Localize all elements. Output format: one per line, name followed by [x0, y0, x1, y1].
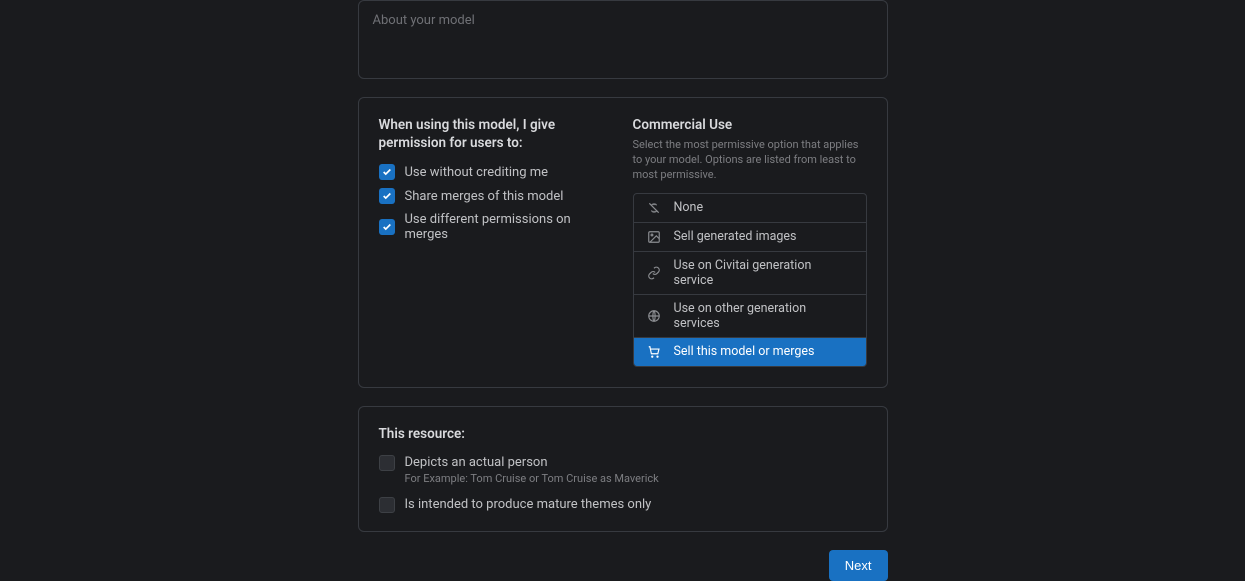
- permissions-card: When using this model, I give permission…: [358, 97, 888, 388]
- resource-option-hint: For Example: Tom Cruise or Tom Cruise as…: [405, 472, 659, 485]
- permission-share-merges[interactable]: Share merges of this model: [379, 188, 613, 204]
- commercial-option-civitai[interactable]: Use on Civitai generation service: [634, 252, 866, 295]
- commercial-option-label: Use on other generation services: [674, 301, 854, 331]
- about-card[interactable]: About your model: [358, 0, 888, 79]
- resource-mature-themes[interactable]: Is intended to produce mature themes onl…: [379, 497, 867, 513]
- permissions-left: When using this model, I give permission…: [379, 116, 613, 367]
- footer: Next: [358, 550, 888, 581]
- commercial-option-label: Use on Civitai generation service: [674, 258, 854, 288]
- permission-label: Share merges of this model: [405, 189, 564, 204]
- permission-label: Use without crediting me: [405, 165, 549, 180]
- checkbox-icon: [379, 455, 395, 471]
- commercial-subtitle: Select the most permissive option that a…: [633, 138, 867, 183]
- image-icon: [646, 229, 662, 245]
- commercial-option-sell-images[interactable]: Sell generated images: [634, 223, 866, 252]
- commercial-option-sell-model[interactable]: Sell this model or merges: [634, 338, 866, 366]
- link-icon: [646, 265, 662, 281]
- resource-title: This resource:: [379, 425, 867, 443]
- about-placeholder: About your model: [373, 13, 873, 28]
- check-icon: [379, 164, 395, 180]
- globe-icon: [646, 308, 662, 324]
- resource-depicts-person[interactable]: Depicts an actual person For Example: To…: [379, 455, 867, 485]
- commercial-option-label: None: [674, 200, 704, 215]
- permission-different-merges[interactable]: Use different permissions on merges: [379, 212, 613, 242]
- commercial-option-label: Sell generated images: [674, 229, 797, 244]
- permission-label: Use different permissions on merges: [405, 212, 613, 242]
- commercial-option-label: Sell this model or merges: [674, 344, 815, 359]
- checkbox-icon: [379, 497, 395, 513]
- commercial-option-none[interactable]: None: [634, 194, 866, 223]
- commercial-option-list: None Sell generated images Use on Civita…: [633, 193, 867, 367]
- resource-option-label: Depicts an actual person: [405, 455, 659, 470]
- resource-card: This resource: Depicts an actual person …: [358, 406, 888, 532]
- check-icon: [379, 219, 395, 235]
- dollar-off-icon: [646, 200, 662, 216]
- check-icon: [379, 188, 395, 204]
- commercial-title: Commercial Use: [633, 116, 867, 134]
- next-button[interactable]: Next: [829, 550, 888, 581]
- commercial-right: Commercial Use Select the most permissiv…: [633, 116, 867, 367]
- permissions-title: When using this model, I give permission…: [379, 116, 613, 152]
- cart-icon: [646, 344, 662, 360]
- commercial-option-other-services[interactable]: Use on other generation services: [634, 295, 866, 338]
- permission-use-without-credit[interactable]: Use without crediting me: [379, 164, 613, 180]
- resource-option-label: Is intended to produce mature themes onl…: [405, 497, 652, 512]
